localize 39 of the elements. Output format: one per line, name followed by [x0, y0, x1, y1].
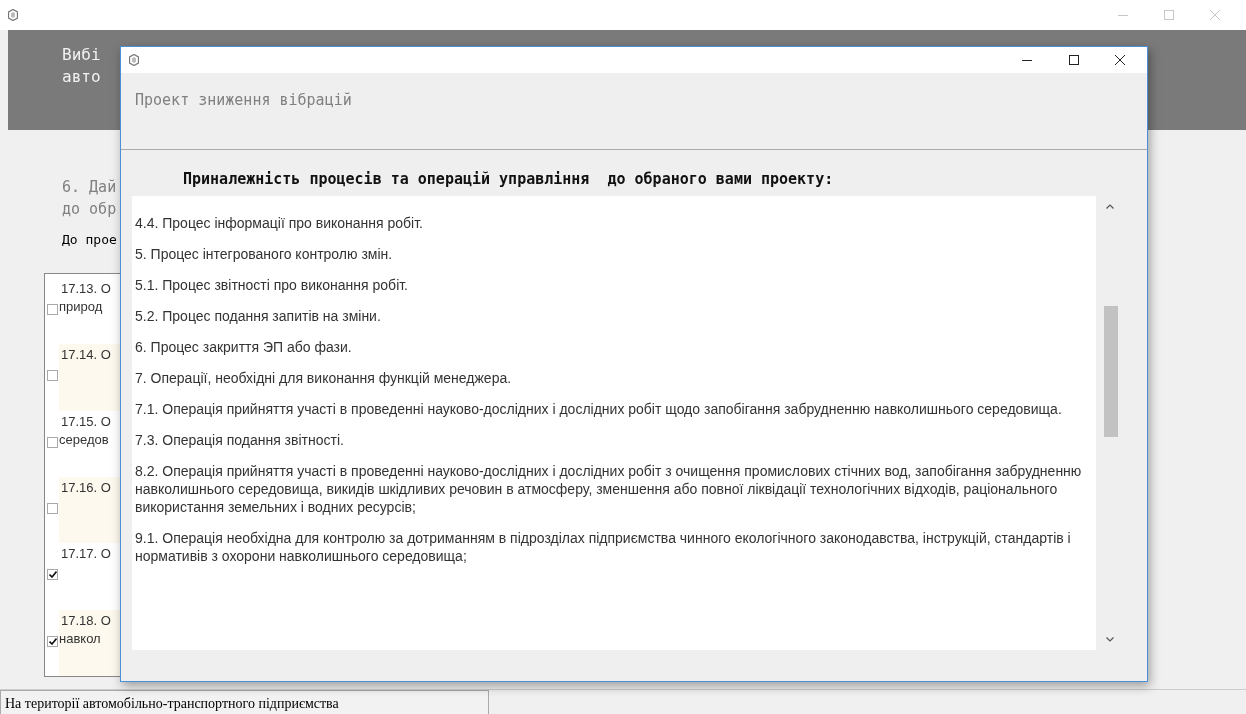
item-text: 17.16. О	[61, 479, 111, 497]
item-text: 17.14. О	[61, 346, 111, 365]
scroll-up-icon[interactable]	[1106, 204, 1114, 209]
paragraph: 5.2. Процес подання запитів на зміни.	[135, 307, 382, 325]
checkbox[interactable]	[47, 503, 58, 514]
checkbox[interactable]	[47, 569, 58, 581]
checkbox[interactable]	[47, 436, 58, 448]
paragraph: 6. Процес закриття ЭП або фази.	[135, 338, 353, 356]
paragraph: 4.4. Процес інформації про виконання робіт.	[135, 214, 424, 232]
paragraph: 9.1. Операція необхідна для контролю за дотриманням в підрозділах підприємства чинного екологічного законодавства, інструкцій, стандартів і нормативів з охорони навколишнього середовища;	[135, 529, 1072, 565]
checkbox[interactable]	[47, 635, 58, 647]
banner-title: авто	[62, 66, 101, 88]
maximize-icon[interactable]	[1068, 55, 1079, 65]
item-text: 17.18. О	[61, 611, 111, 630]
banner-title: Вибі	[62, 44, 101, 66]
scrollbar-thumb[interactable]	[1104, 306, 1118, 437]
item-text: середов	[59, 430, 109, 449]
app-icon	[129, 54, 139, 66]
checkbox[interactable]	[47, 370, 58, 382]
item-text: 17.13. О	[61, 280, 111, 298]
paragraph: 5. Процес інтегрованого контролю змін.	[135, 245, 394, 263]
paragraph: 7. Операції, необхідні для виконання функцій менеджера.	[135, 369, 513, 387]
paragraph: 7.3. Операція подання звітності.	[135, 431, 345, 449]
paragraph: 7.1. Операція прийняття участі в проведенні науково-дослідних і дослідних робіт щодо запобігання забрудненню навколишнього середовища.	[135, 400, 1063, 418]
question-text: 6. Дай	[62, 177, 117, 198]
item-text: навкол	[59, 629, 101, 648]
status-text: На території автомобільно-транспортного підприємства	[0, 690, 489, 714]
project-title: Проект зниження вібрацій	[135, 91, 352, 109]
paragraph: 8.2. Операція прийняття участі в проведенні науково-дослідних і дослідних робіт з очищення промислових стічних вод, запобігання забрудненню навколишнього середовища, викидів шкідливих речовин в атмосферу, зменшення або повної ліквідації технологічних відходів, раціонального використання земельних і водних ресурсів;	[135, 462, 1083, 516]
project-label: До прое	[62, 232, 118, 247]
dialog-heading: Приналежність процесів та операцій управління до обраного вами проекту:	[183, 170, 834, 188]
item-text: 17.15. О	[61, 412, 111, 431]
close-icon[interactable]	[1115, 55, 1125, 65]
scroll-down-icon[interactable]	[1106, 637, 1114, 642]
paragraph: 5.1. Процес звітності про виконання робіт.	[135, 276, 409, 294]
checkbox[interactable]	[47, 304, 58, 315]
app-icon	[8, 9, 18, 21]
item-text: природ	[59, 298, 103, 316]
question-text: до обр	[62, 199, 117, 220]
